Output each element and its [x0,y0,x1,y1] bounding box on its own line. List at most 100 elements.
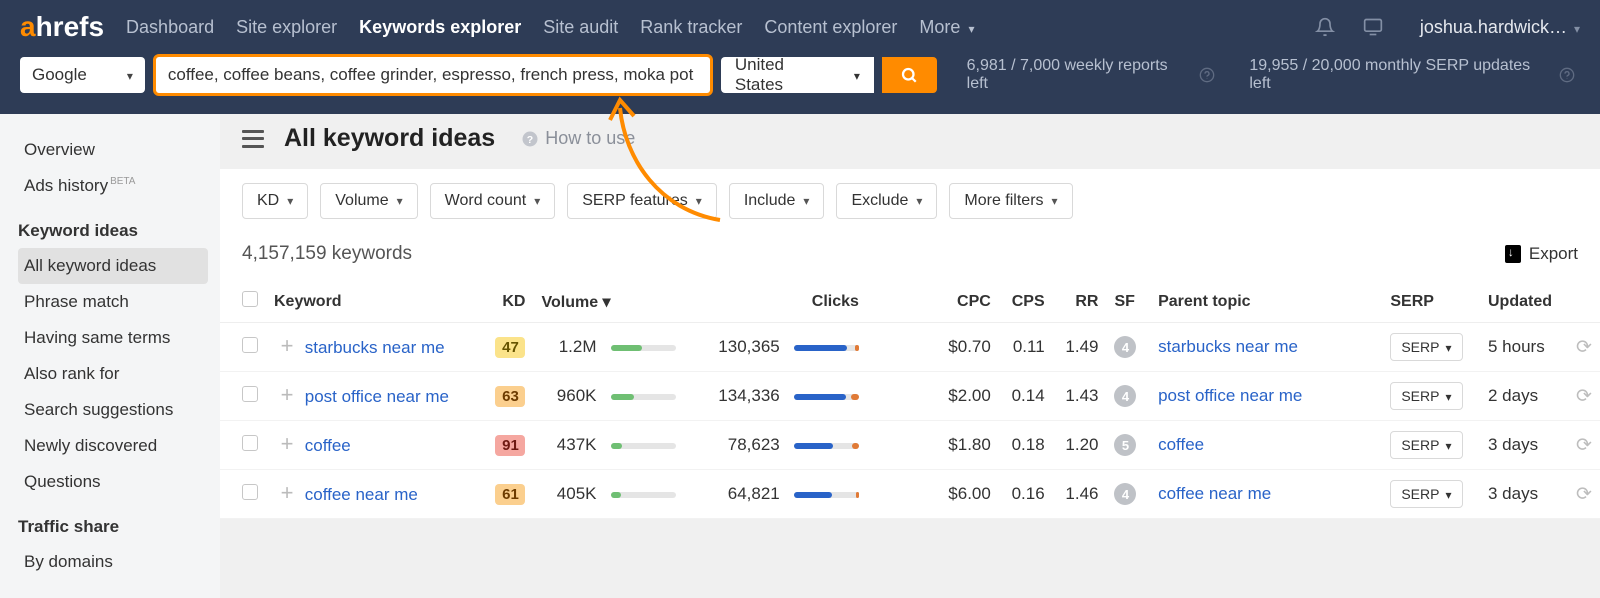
sf-badge: 4 [1114,385,1136,407]
chevron-down-icon [1445,437,1451,453]
info-icon[interactable] [1555,62,1580,88]
select-all-checkbox[interactable] [242,291,258,307]
keyword-link[interactable]: coffee near me [305,485,418,504]
nav-site-audit[interactable]: Site audit [543,17,618,38]
col-parent[interactable]: Parent topic [1150,281,1382,323]
kd-badge: 91 [495,435,525,456]
nav-rank-tracker[interactable]: Rank tracker [640,17,742,38]
bell-icon[interactable] [1312,14,1338,40]
svg-text:?: ? [527,133,533,145]
updated-value: 2 days [1480,372,1568,421]
col-sf[interactable]: SF [1106,281,1150,323]
sidebar-item-all-keyword-ideas[interactable]: All keyword ideas [18,248,208,284]
engine-select[interactable]: Google [20,57,145,93]
col-cpc[interactable]: CPC [867,281,999,323]
sidebar-item-also-rank-for[interactable]: Also rank for [18,356,208,392]
menu-icon[interactable] [242,130,264,148]
parent-topic-link[interactable]: coffee near me [1158,484,1271,503]
cpc-value: $2.00 [867,372,999,421]
country-select[interactable]: United States [721,57,874,93]
cps-value: 0.16 [999,470,1053,519]
sf-badge: 4 [1114,483,1136,505]
sort-desc-icon: ▾ [603,294,611,311]
keyword-link[interactable]: post office near me [305,387,449,406]
expand-icon[interactable]: + [278,337,296,355]
chevron-down-icon [916,192,922,210]
sidebar-item-overview[interactable]: Overview [18,132,208,168]
keyword-link[interactable]: starbucks near me [305,338,445,357]
filter-word-count[interactable]: Word count [430,183,556,219]
export-icon [1505,245,1521,263]
user-menu[interactable]: joshua.hardwick… [1420,17,1580,38]
volume-bar [611,492,676,498]
serp-button[interactable]: SERP [1390,431,1462,459]
volume-value: 960K [541,386,596,406]
volume-bar [611,394,676,400]
clicks-value: 130,365 [718,337,779,356]
serp-button[interactable]: SERP [1390,480,1462,508]
keyword-link[interactable]: coffee [305,436,351,455]
results-table: Keyword KD Volume ▾ Clicks CPC CPS RR SF… [220,281,1600,519]
filter-more-filters[interactable]: More filters [949,183,1072,219]
clicks-value: 78,623 [728,435,780,454]
row-checkbox[interactable] [242,435,258,451]
serp-button[interactable]: SERP [1390,382,1462,410]
chevron-down-icon [127,65,133,85]
sidebar-item-ads-history[interactable]: Ads historyBETA [18,168,208,204]
row-checkbox[interactable] [242,484,258,500]
col-rr[interactable]: RR [1053,281,1107,323]
parent-topic-link[interactable]: starbucks near me [1158,337,1298,356]
nav-more[interactable]: More [919,17,974,38]
sidebar-item-by-domains[interactable]: By domains [18,544,208,580]
parent-topic-link[interactable]: post office near me [1158,386,1302,405]
filter-include[interactable]: Include [729,183,825,219]
nav-site-explorer[interactable]: Site explorer [236,17,337,38]
col-volume[interactable]: Volume ▾ [533,281,691,323]
sidebar-item-search-suggestions[interactable]: Search suggestions [18,392,208,428]
refresh-icon[interactable]: ⟳ [1576,336,1592,359]
search-button[interactable] [882,57,937,93]
volume-bar [611,443,676,449]
row-checkbox[interactable] [242,337,258,353]
sidebar-item-questions[interactable]: Questions [18,464,208,500]
sidebar-item-newly-discovered[interactable]: Newly discovered [18,428,208,464]
expand-icon[interactable]: + [278,484,296,502]
col-kd[interactable]: KD [480,281,533,323]
filter-kd[interactable]: KD [242,183,308,219]
how-to-use-link[interactable]: ? How to use [521,128,635,149]
nav-dashboard[interactable]: Dashboard [126,17,214,38]
nav-content-explorer[interactable]: Content explorer [764,17,897,38]
expand-icon[interactable]: + [278,435,296,453]
filter-exclude[interactable]: Exclude [836,183,937,219]
filter-serp-features[interactable]: SERP features [567,183,717,219]
col-keyword[interactable]: Keyword [266,281,480,323]
expand-icon[interactable]: + [278,386,296,404]
refresh-icon[interactable]: ⟳ [1576,385,1592,408]
logo[interactable]: ahrefs [20,11,104,43]
parent-topic-link[interactable]: coffee [1158,435,1204,454]
col-cps[interactable]: CPS [999,281,1053,323]
monitor-icon[interactable] [1360,14,1386,40]
chevron-down-icon [287,192,293,210]
row-checkbox[interactable] [242,386,258,402]
nav-keywords-explorer[interactable]: Keywords explorer [359,17,521,38]
refresh-icon[interactable]: ⟳ [1576,483,1592,506]
clicks-bar [794,443,859,449]
sidebar-head-ideas: Keyword ideas [18,214,208,248]
sidebar-item-phrase-match[interactable]: Phrase match [18,284,208,320]
info-icon[interactable] [1194,62,1219,88]
serp-button[interactable]: SERP [1390,333,1462,361]
chevron-down-icon [968,17,974,37]
refresh-icon[interactable]: ⟳ [1576,434,1592,457]
volume-bar [611,345,676,351]
filter-volume[interactable]: Volume [320,183,417,219]
col-serp[interactable]: SERP [1382,281,1480,323]
sidebar-item-having-same-terms[interactable]: Having same terms [18,320,208,356]
export-button[interactable]: Export [1505,244,1578,264]
col-updated[interactable]: Updated [1480,281,1568,323]
col-clicks[interactable]: Clicks [692,281,867,323]
keywords-input[interactable] [166,64,700,86]
chevron-down-icon [1445,486,1451,502]
clicks-bar [794,492,859,498]
chevron-down-icon [1445,339,1451,355]
